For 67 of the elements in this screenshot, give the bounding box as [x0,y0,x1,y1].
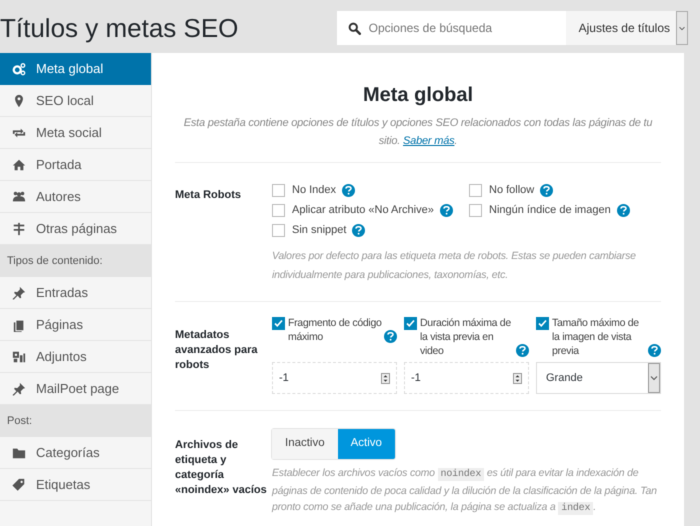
checkbox[interactable] [272,204,285,216]
panel-title: Meta global [362,83,474,108]
spinner-icon[interactable] [513,372,522,384]
help-icon[interactable] [342,184,356,196]
sidebar-item[interactable]: Categorías [0,437,151,469]
sidebar-item[interactable]: Meta global [0,53,151,85]
help-icon[interactable] [616,204,630,216]
gears-icon [12,62,26,76]
sidebar-item[interactable]: Portada [0,149,151,181]
sidebar-item[interactable]: Entradas [0,277,151,309]
size-select[interactable]: Grande [536,362,661,394]
checkbox[interactable] [404,317,417,330]
field-label: Metadatos avanzados para robots [175,328,259,373]
tag-icon [12,478,26,492]
section-heading: Post: [0,405,151,437]
option-label: Tamaño máximo de la imagen de vista previa [552,316,640,358]
caret-icon [676,11,688,45]
help-icon[interactable] [516,344,529,357]
folder-icon [12,446,26,460]
checkbox[interactable] [469,204,482,216]
checkbox[interactable] [272,184,285,196]
pin-icon [12,382,26,396]
house-icon [12,158,26,172]
sidebar-item[interactable]: Meta social [0,117,151,149]
help-icon[interactable] [648,344,661,357]
checkbox[interactable] [469,184,482,196]
section-heading: Tipos de contenido: [0,245,151,277]
field-label: Archivos de etiqueta y categoría «noindex» vacíos [175,438,268,498]
checkbox[interactable] [272,317,285,330]
page-title: Títulos y metas SEO [0,14,238,40]
field-label: Meta Robots [175,188,242,203]
checkbox[interactable] [272,224,285,236]
media-icon [12,350,26,364]
learn-more-link[interactable]: Saber más [403,135,454,147]
sidebar-item[interactable]: Autores [0,181,151,213]
pin-icon [12,286,26,300]
toggle-button[interactable]: Inactivo [272,429,338,459]
help-icon[interactable] [384,330,397,343]
search-icon [348,22,361,35]
signpost-icon [12,222,26,236]
sidebar-item[interactable]: Adjuntos [0,341,151,373]
help-icon[interactable] [540,184,554,196]
spinner-icon[interactable] [381,372,390,384]
map-pin-icon [12,94,26,108]
option-label: Fragmento de código máximo [288,316,382,344]
help-icon[interactable] [440,204,453,216]
checkbox[interactable] [536,317,549,330]
option-label: Aplicar atributo «No Archive» [292,202,434,218]
people-icon [12,190,26,204]
titles-dropdown[interactable]: Ajustes de títulos [566,11,688,45]
help-text: Establecer los archivos vacíos como noindex es útil para evitar la indexación de páginas de contenido de poca calidad y la dilución de la clasificación de la página. Tan pronto como se añade una publicación, la página se actualiza a index . [272,466,658,517]
help-icon[interactable] [352,224,366,236]
option-label: No follow [489,182,534,198]
search-field[interactable]: Opciones de búsqueda [336,11,566,45]
option-label: Ningún índice de imagen [489,202,611,218]
option-label: No Index [292,182,336,198]
help-text: Valores por defecto para las etiqueta meta de robots. Estas se pueden cambiarse individualmente para publicaciones, taxonomías, etc. [272,249,637,283]
panel-description: Esta pestaña contiene opciones de títulos y opciones SEO relacionados con todas las páginas de tu sitio. Saber más. [182,116,654,149]
option-label: Duración máxima de la vista previa en video [420,316,512,358]
sidebar-item[interactable]: Páginas [0,309,151,341]
sidebar-item[interactable]: SEO local [0,85,151,117]
pages-icon [12,318,26,332]
number-field[interactable]: -1 [272,362,397,394]
sidebar-item[interactable]: Etiquetas [0,469,151,501]
number-field[interactable]: -1 [404,362,529,394]
caret-icon [648,363,660,393]
option-label: Sin snippet [292,222,346,238]
